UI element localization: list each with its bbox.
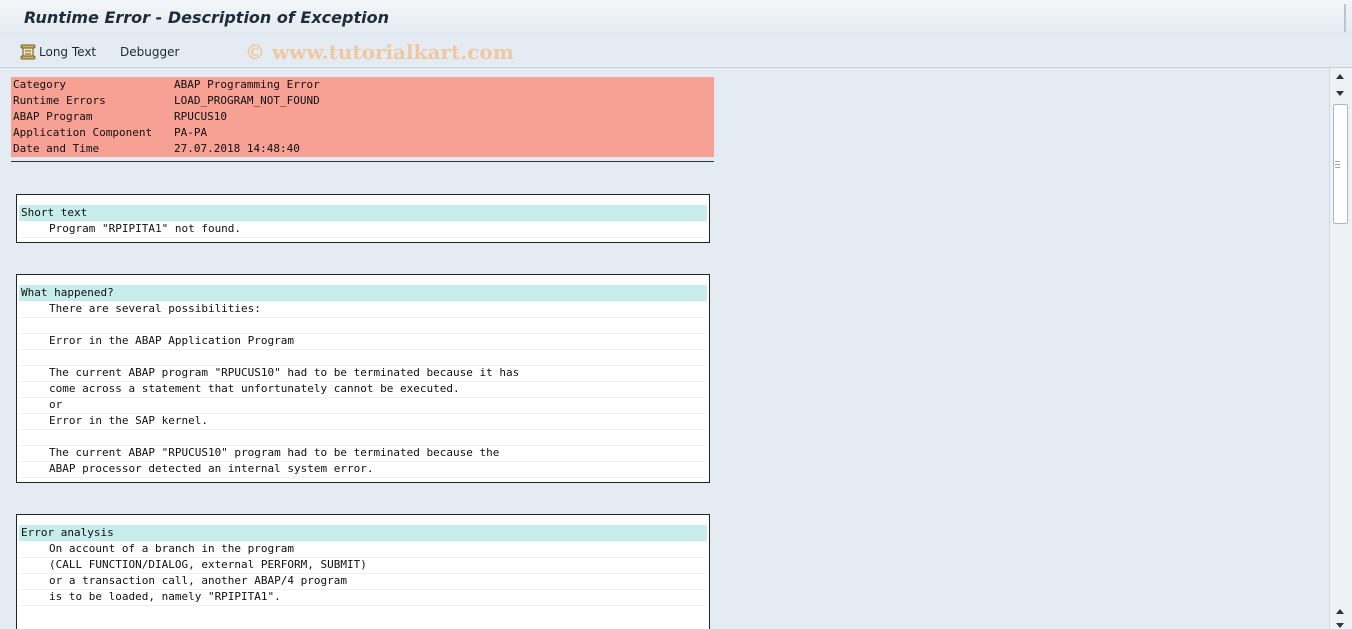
- header-divider: [11, 161, 714, 162]
- text-line: [19, 317, 707, 334]
- scroll-down-icon[interactable]: [1336, 91, 1344, 96]
- debugger-button[interactable]: Debugger: [120, 42, 179, 62]
- text-line: Program "RPIPITA1" not found.: [19, 221, 707, 238]
- header-key: ABAP Program: [13, 110, 93, 123]
- text-line: There are several possibilities:: [19, 301, 707, 318]
- error-analysis-section: Error analysis On account of a branch in…: [16, 514, 710, 629]
- text-line: Error in the SAP kernel.: [19, 413, 707, 430]
- long-text-icon: [20, 44, 36, 60]
- watermark: © www.tutorialkart.com: [245, 40, 514, 64]
- scroll-bottom-icon[interactable]: [1336, 623, 1344, 628]
- text-line: The current ABAP "RPUCUS10" program had …: [19, 445, 707, 462]
- scroll-up-icon[interactable]: [1336, 609, 1344, 614]
- header-row: Application Component PA-PA: [11, 125, 714, 141]
- header-value: ABAP Programming Error: [174, 78, 320, 91]
- header-value: LOAD_PROGRAM_NOT_FOUND: [174, 94, 320, 107]
- header-value: PA-PA: [174, 126, 208, 139]
- short-text-section: Short text Program "RPIPITA1" not found.: [16, 194, 710, 243]
- text-line: (CALL FUNCTION/DIALOG, external PERFORM,…: [19, 557, 707, 574]
- header-key: Category: [13, 78, 66, 91]
- vertical-scrollbar[interactable]: [1329, 68, 1352, 629]
- long-text-label: Long Text: [39, 45, 97, 59]
- text-line: or a transaction call, another ABAP/4 pr…: [19, 573, 707, 590]
- text-line: [19, 349, 707, 366]
- section-title: What happened?: [19, 285, 707, 301]
- header-row: ABAP Program RPUCUS10: [11, 109, 714, 125]
- title-bar-edge: [1344, 4, 1346, 32]
- text-line: is to be loaded, namely "RPIPITA1".: [19, 589, 707, 606]
- debugger-label: Debugger: [120, 45, 180, 59]
- text-line: The current ABAP program "RPUCUS10" had …: [19, 365, 707, 382]
- text-line: On account of a branch in the program: [19, 541, 707, 558]
- header-key: Runtime Errors: [13, 94, 106, 107]
- header-row: Runtime Errors LOAD_PROGRAM_NOT_FOUND: [11, 93, 714, 109]
- long-text-button[interactable]: Long Text: [20, 42, 96, 62]
- window-title: Runtime Error - Description of Exception: [24, 8, 389, 27]
- application-toolbar: Long Text Debugger: [0, 36, 1352, 68]
- header-key: Application Component: [13, 126, 153, 139]
- header-value: RPUCUS10: [174, 110, 227, 123]
- text-line: ABAP processor detected an internal syst…: [19, 461, 707, 478]
- title-bar: Runtime Error - Description of Exception: [0, 0, 1352, 37]
- scroll-top-icon[interactable]: [1336, 74, 1344, 79]
- text-line: come across a statement that unfortunate…: [19, 381, 707, 398]
- error-header-table: Category ABAP Programming Error Runtime …: [11, 77, 714, 157]
- header-row: Category ABAP Programming Error: [11, 77, 714, 93]
- header-value: 27.07.2018 14:48:40: [174, 142, 300, 155]
- header-row: Date and Time 27.07.2018 14:48:40: [11, 141, 714, 157]
- text-line: [19, 429, 707, 446]
- section-title: Short text: [19, 205, 707, 221]
- scroll-grip-icon: [1335, 161, 1340, 169]
- header-key: Date and Time: [13, 142, 100, 155]
- text-line: Error in the ABAP Application Program: [19, 333, 707, 350]
- text-line: or: [19, 397, 707, 414]
- section-title: Error analysis: [19, 525, 707, 541]
- what-happened-section: What happened? There are several possibi…: [16, 274, 710, 483]
- error-content-area: Category ABAP Programming Error Runtime …: [0, 68, 1330, 629]
